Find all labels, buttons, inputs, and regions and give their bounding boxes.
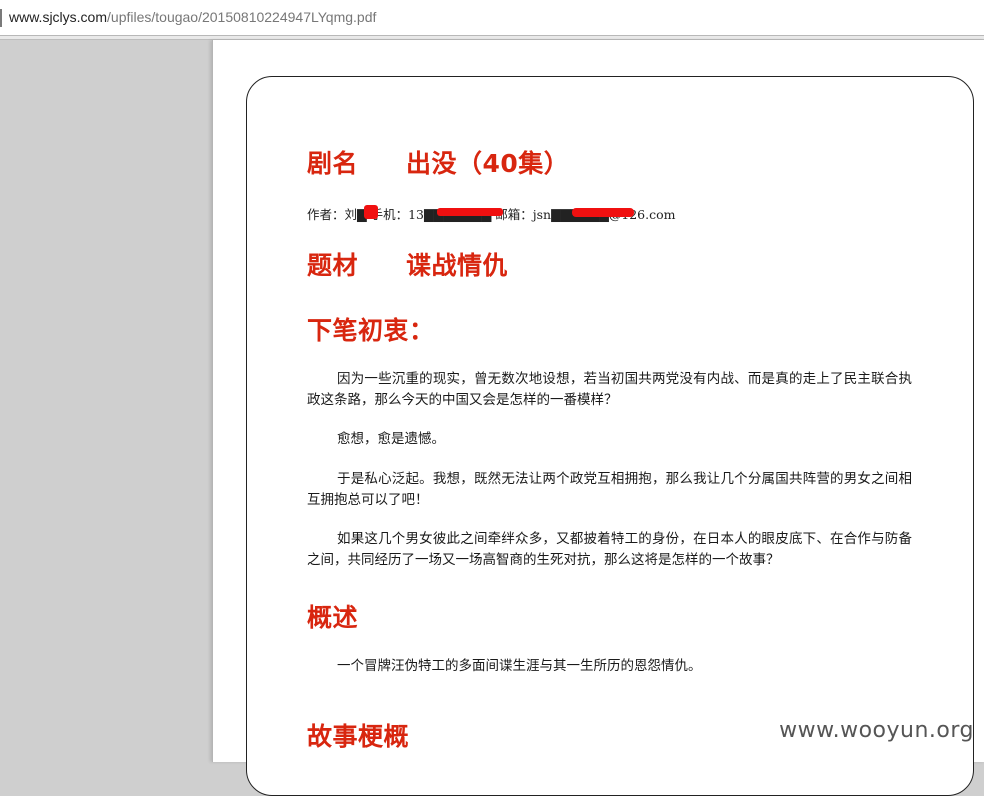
subject-heading: 题材 谍战情仇 <box>307 246 508 282</box>
title-label: 剧名 <box>307 149 359 178</box>
synopsis-heading: 故事梗概 <box>307 722 410 751</box>
title-heading: 剧名 出没（40集） <box>307 144 569 180</box>
paragraph: 如果这几个男女彼此之间牵绊众多，又都披着特工的身份，在日本人的眼皮底下、在合作与… <box>307 531 912 568</box>
redaction-mark <box>437 208 503 216</box>
summary-text: 一个冒牌汪伪特工的多面间谍生涯与其一生所历的恩怨情仇。 <box>337 658 702 674</box>
subject-value: 谍战情仇 <box>406 251 509 280</box>
summary-heading: 概述 <box>307 603 359 632</box>
url-text[interactable]: www.sjclys.com/upfiles/tougao/2015081022… <box>9 9 376 25</box>
paragraph: 于是私心泛起。我想，既然无法让两个政党互相拥抱，那么我让几个分属国共阵营的男女之… <box>307 471 912 508</box>
address-bar-edge <box>0 9 2 27</box>
url-host: www.sjclys.com <box>9 9 108 25</box>
address-bar[interactable]: www.sjclys.com/upfiles/tougao/2015081022… <box>0 0 984 36</box>
redaction-mark <box>572 208 634 217</box>
title-value: 出没（40集） <box>406 149 570 178</box>
redaction-mark <box>364 205 378 219</box>
watermark: www.wooyun.org <box>779 718 974 743</box>
motive-heading: 下笔初衷： <box>307 316 435 345</box>
paragraph: 因为一些沉重的现实，曾无数次地设想，若当初国共两党没有内战、而是真的走上了民主联… <box>307 371 912 408</box>
url-path: /upfiles/tougao/20150810224947LYqmg.pdf <box>107 9 377 25</box>
paragraph: 愈想，愈是遗憾。 <box>337 431 445 447</box>
subject-label: 题材 <box>307 251 359 280</box>
